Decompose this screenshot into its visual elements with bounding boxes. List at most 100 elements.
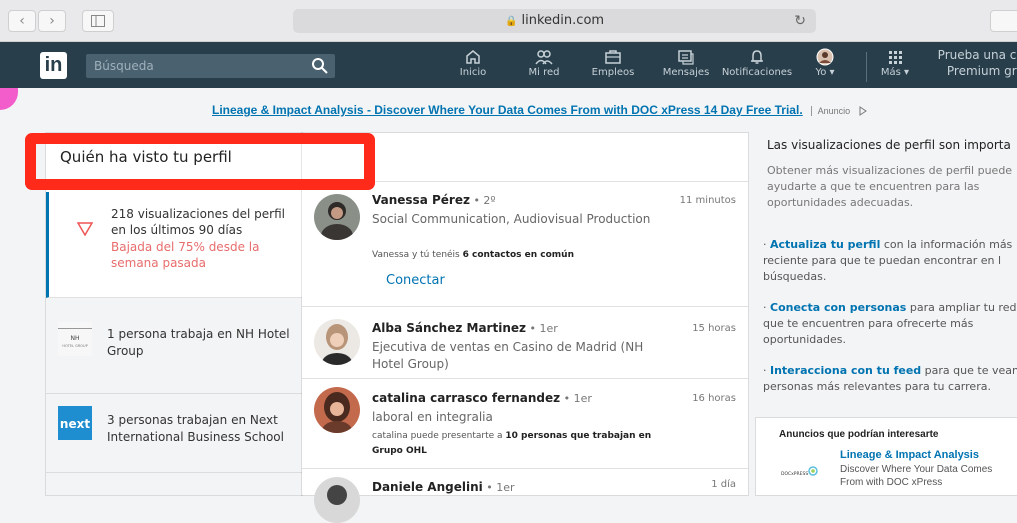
search-icon[interactable] [311, 57, 329, 75]
viewer-card[interactable]: Alba Sánchez Martinez • 1er 15 horas Eje… [302, 306, 748, 378]
nav-network-label: Mi red [528, 67, 560, 78]
right-title: Las visualizaciones de perfil son import… [767, 138, 1011, 152]
update-profile-link[interactable]: Actualiza tu perfil [770, 238, 880, 251]
company-item-nh[interactable]: NH HOTEL GROUP 1 persona trabaja en NH H… [46, 298, 302, 394]
linkedin-logo[interactable]: in [40, 52, 67, 79]
viewer-card[interactable]: catalina carrasco fernandez • 1er 16 hor… [302, 378, 748, 468]
views-drop: Bajada del 75% desde la semana pasada [111, 240, 260, 270]
common-count: 6 contactos en común [462, 250, 574, 260]
search-input[interactable] [86, 54, 306, 78]
ad-banner-link[interactable]: Lineage & Impact Analysis - Discover Whe… [212, 103, 803, 117]
tip-update-profile: · Actualiza tu perfil con la información… [763, 238, 1013, 283]
page-title: Quién ha visto tu perfil [60, 148, 232, 166]
views-count: 218 visualizaciones del perfil en los úl… [111, 207, 285, 237]
common-connections[interactable]: Vanessa y tú tenéis 6 contactos en común [372, 248, 672, 263]
nav-me[interactable]: Yo ▾ [810, 48, 840, 78]
tip-connect: · Conecta con personas para ampliar tu r… [763, 301, 1017, 346]
nav-more[interactable]: Más ▾ [880, 48, 910, 78]
viewer-name[interactable]: catalina carrasco fernandez • 1er [372, 391, 592, 405]
svg-text:NH: NH [71, 335, 80, 342]
premium-line-1: Prueba una cu [937, 48, 1017, 62]
company-text: 1 persona trabaja en NH Hotel Group [107, 327, 290, 358]
toolbar-button[interactable] [990, 10, 1017, 32]
ad-divider [810, 105, 812, 116]
sidebar-icon [91, 15, 105, 27]
view-time: 15 horas [692, 323, 736, 334]
connection-degree: • 1er [525, 322, 558, 335]
views-stats[interactable]: 218 visualizaciones del perfil en los úl… [46, 192, 302, 298]
bell-icon [751, 50, 763, 64]
viewer-name-text: catalina carrasco fernandez [372, 391, 561, 405]
ads-heading: Anuncios que podrían interesarte [779, 429, 939, 440]
viewer-name[interactable]: Vanessa Pérez • 2º [372, 193, 496, 207]
viewer-headline: laboral en integralia [372, 410, 493, 424]
ad-label: Anuncio [817, 106, 851, 116]
connection-degree: • 1er [482, 481, 515, 494]
connection-degree: • 1er [560, 392, 592, 405]
network-icon [535, 50, 553, 65]
nav-network[interactable]: Mi red [524, 48, 564, 78]
avatar[interactable] [314, 477, 360, 523]
linkedin-navbar: in Inicio Mi red Empleos Mensajes Notifi… [0, 42, 1017, 88]
docxpress-logo[interactable]: DOCxPRESS [779, 462, 819, 482]
forward-button[interactable]: › [38, 10, 66, 32]
nh-hotel-logo: NH HOTEL GROUP [58, 322, 92, 356]
view-time: 11 minutos [679, 195, 736, 206]
company-item[interactable] [46, 472, 302, 495]
viewer-name-text: Daniele Angelini [372, 480, 483, 494]
avatar[interactable] [314, 319, 360, 365]
svg-text:HOTEL GROUP: HOTEL GROUP [62, 344, 87, 348]
svg-text:next: next [60, 417, 90, 431]
premium-line-2: Premium gra [946, 64, 1017, 78]
view-time: 16 horas [692, 393, 736, 404]
nav-home-label: Inicio [459, 67, 487, 78]
viewer-name[interactable]: Alba Sánchez Martinez • 1er [372, 321, 558, 335]
nav-home[interactable]: Inicio [458, 48, 488, 78]
intro-prefix: catalina puede presentarte a [372, 431, 506, 441]
chevron-right-icon: › [49, 13, 55, 29]
avatar [816, 48, 834, 66]
nav-messages-label: Mensajes [662, 67, 710, 78]
avatar[interactable] [314, 194, 360, 240]
chevron-left-icon: ‹ [19, 13, 25, 29]
viewer-headline: Ejecutiva de ventas en Casino de Madrid … [372, 340, 644, 371]
home-icon [466, 50, 480, 64]
premium-link[interactable]: Prueba una cu Premium gra [924, 47, 1017, 79]
address-bar[interactable]: 🔒 linkedin.com ↻ [293, 9, 816, 33]
nav-messages[interactable]: Mensajes [660, 48, 712, 78]
viewer-name-text: Alba Sánchez Martinez [372, 321, 526, 335]
down-triangle-icon [77, 222, 93, 236]
feed-link[interactable]: Interacciona con tu feed [770, 364, 921, 377]
browser-toolbar: ‹ › 🔒 linkedin.com ↻ [0, 0, 1017, 42]
back-button[interactable]: ‹ [8, 10, 36, 32]
nav-me-label: Yo ▾ [815, 67, 835, 78]
connection-degree: • 2º [469, 194, 496, 207]
viewer-name-text: Vanessa Pérez [372, 193, 470, 207]
ad-title[interactable]: Lineage & Impact Analysis [840, 449, 979, 461]
url-text: linkedin.com [521, 13, 605, 28]
nav-jobs-label: Empleos [591, 67, 635, 78]
nav-divider [866, 52, 867, 82]
nav-more-label: Más ▾ [880, 67, 910, 78]
reload-icon[interactable]: ↻ [794, 9, 806, 33]
intro-connections[interactable]: catalina puede presentarte a 10 personas… [372, 429, 662, 459]
connect-button[interactable]: Conectar [386, 273, 445, 288]
viewer-card[interactable]: Daniele Angelini • 1er 1 día [302, 468, 748, 523]
search-box[interactable] [86, 54, 335, 78]
avatar[interactable] [314, 387, 360, 433]
connect-people-link[interactable]: Conecta con personas [770, 301, 906, 314]
nav-notifications-label: Notificaciones [721, 67, 793, 78]
sidebar-button[interactable] [82, 10, 114, 32]
common-prefix: Vanessa y tú tenéis [372, 250, 463, 260]
viewer-name[interactable]: Daniele Angelini • 1er [372, 480, 515, 494]
right-intro: Obtener más visualizaciones de perfil pu… [767, 164, 1013, 209]
ad-banner: Lineage & Impact Analysis - Discover Whe… [212, 103, 868, 117]
play-icon[interactable] [858, 105, 868, 116]
tip-feed: · Interacciona con tu feed para que te v… [763, 364, 1017, 393]
nav-notifications[interactable]: Notificaciones [719, 48, 795, 78]
viewer-headline: Social Communication, Audiovisual Produc… [372, 212, 651, 226]
viewer-card[interactable]: Vanessa Pérez • 2º 11 minutos Social Com… [302, 181, 748, 306]
nav-jobs[interactable]: Empleos [590, 48, 636, 78]
ad-description: Discover Where Your Data Comes From with… [840, 464, 993, 488]
next-school-logo: next [58, 406, 92, 440]
